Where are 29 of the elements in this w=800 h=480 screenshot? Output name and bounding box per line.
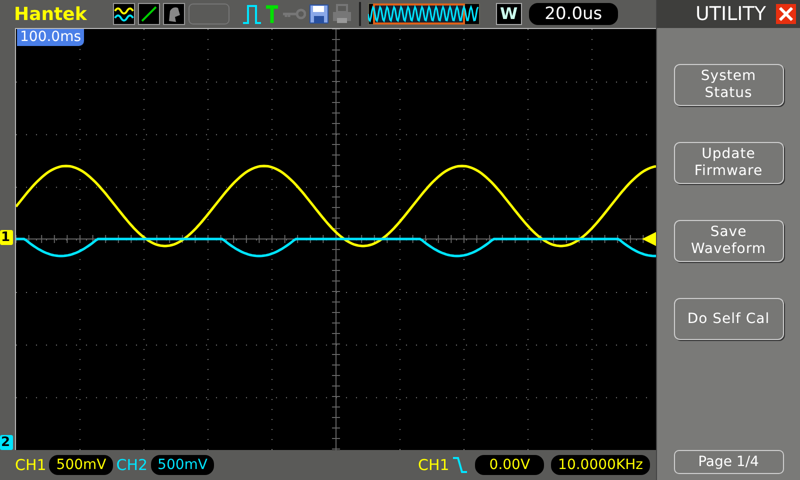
persistence-icon[interactable] [163,3,185,25]
channel-marker: 2 [0,435,13,450]
window-mode-label: W [496,3,522,25]
save-icon[interactable] [309,3,329,25]
menu-button[interactable]: Save Waveform [674,220,784,262]
waveform-overview-icon [368,3,480,25]
trigger-level: 0.00V [475,455,544,475]
channel-label: CH2 [116,454,148,476]
trigger-level-icon [642,232,656,246]
close-icon[interactable] [776,4,796,24]
menu-button[interactable]: Update Firmware [674,142,784,184]
brand-logo: Hantek [14,2,88,26]
trigger-source: CH1 [418,454,450,476]
page-button[interactable]: Page 1/4 [674,450,784,474]
menu-title: UTILITY [695,2,766,27]
menu-button[interactable]: Do Self Cal [674,298,784,340]
volts-per-div: 500mV [49,455,114,475]
channel-display-icon[interactable] [113,3,135,25]
trigger-icon [265,3,279,25]
xy-mode-icon[interactable] [138,3,160,25]
falling-edge-icon [452,455,468,475]
volts-per-div: 500mV [150,455,214,475]
menu-button[interactable]: System Status [674,64,784,106]
channel-marker: 1 [0,230,13,245]
channel-label: CH1 [15,454,46,476]
trigger-position-marker: 100.0ms [17,29,84,46]
frequency-readout: 10.0000KHz [551,455,650,475]
timebase-readout: 20.0us [528,3,618,25]
pulse-icon [242,3,262,25]
